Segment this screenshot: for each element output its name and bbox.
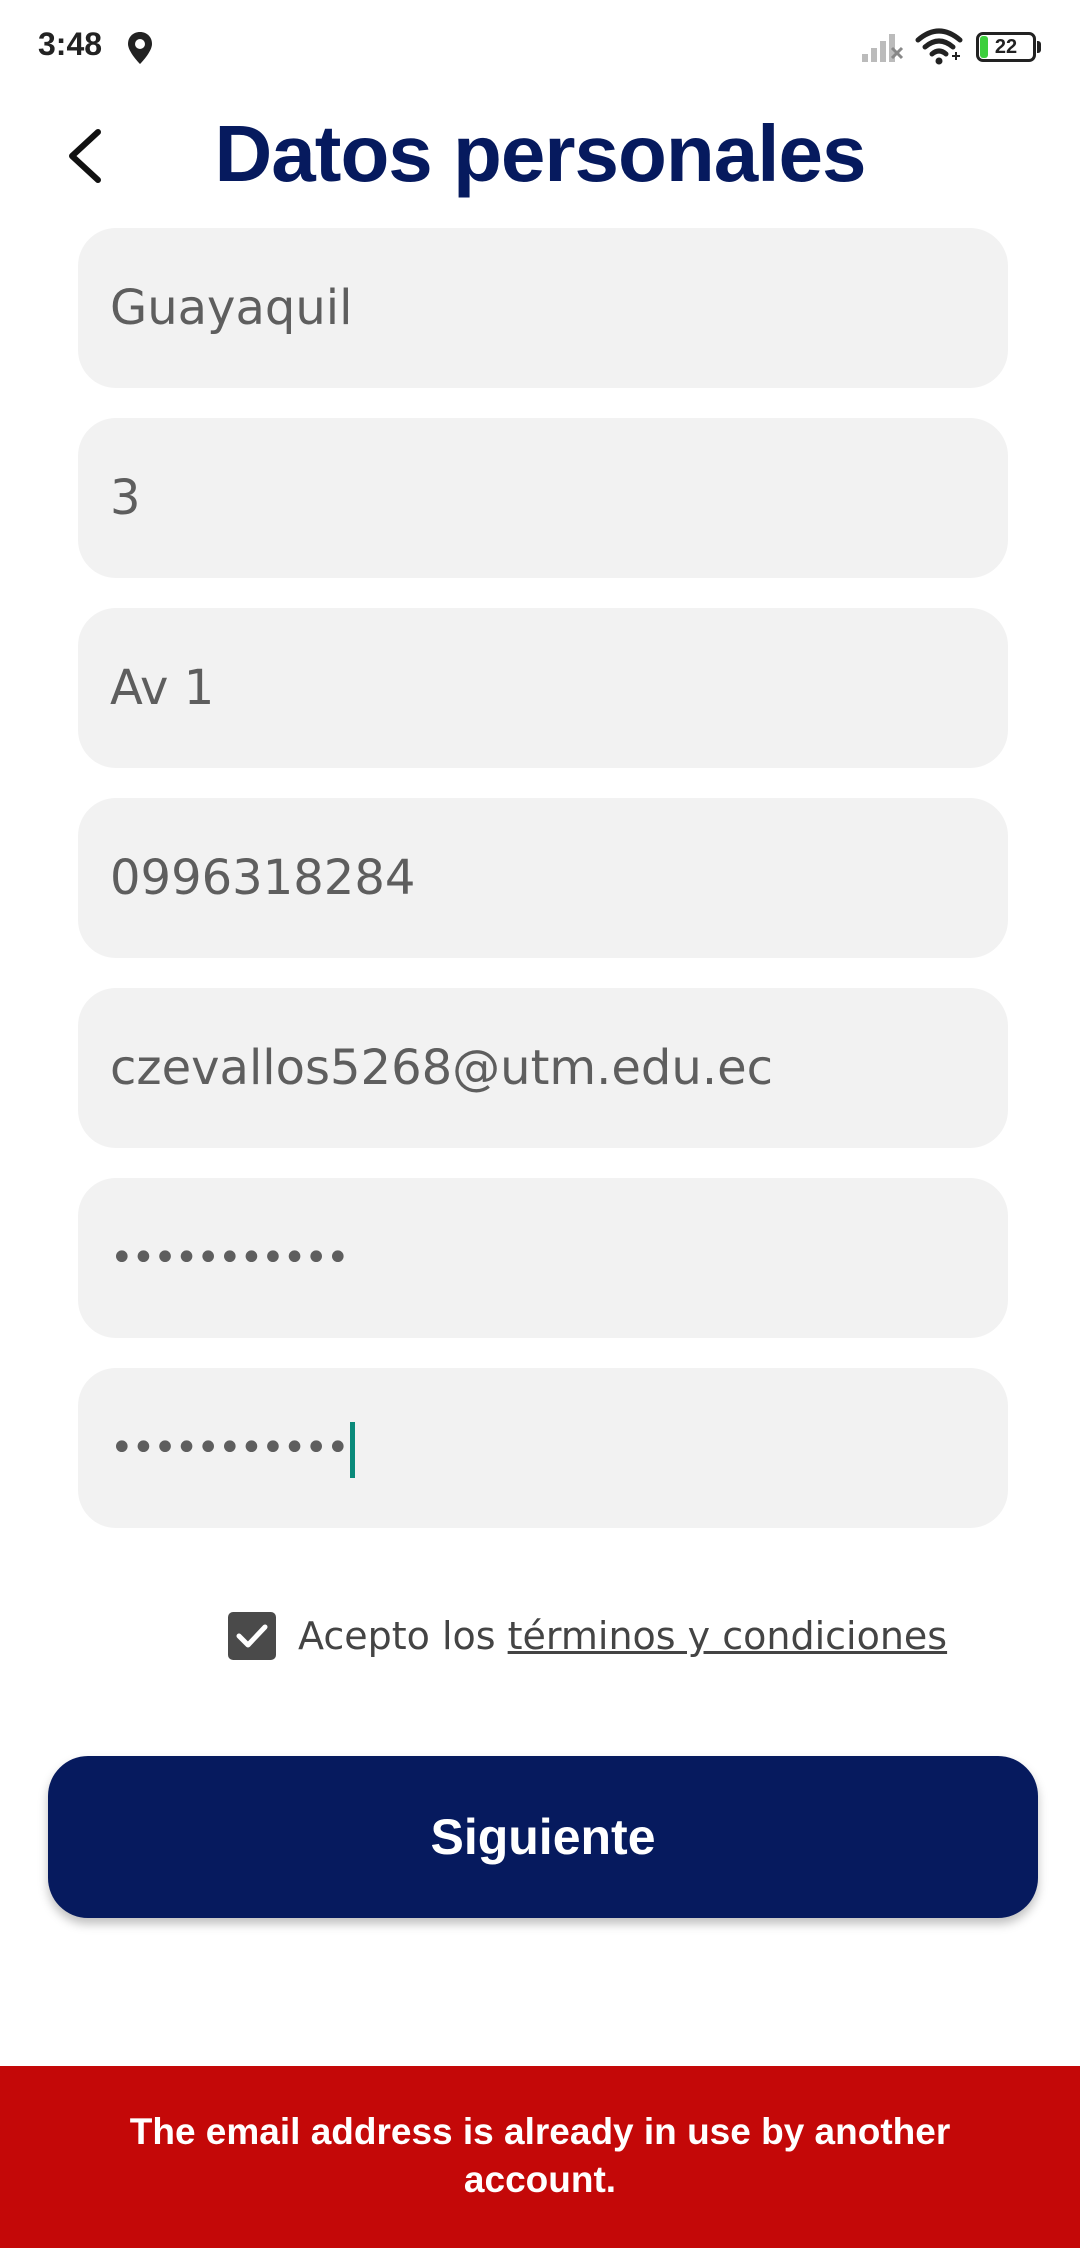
signal-icon [862, 34, 904, 62]
error-message: The email address is already in use by a… [129, 2111, 951, 2200]
phone-field-value: 0996318284 [110, 850, 416, 906]
confirm-password-field-content: ••••••••••• [110, 1368, 355, 1528]
confirm-password-field-value: ••••••••••• [110, 1425, 350, 1471]
city-field-value: Guayaquil [110, 280, 353, 336]
text-caret [349, 1422, 355, 1478]
terms-prefix: Acepto los [298, 1614, 508, 1658]
battery-level: 22 [994, 36, 1018, 58]
next-button[interactable]: Siguiente [48, 1756, 1038, 1918]
address-field[interactable]: Av 1 [78, 608, 1008, 768]
error-snackbar: The email address is already in use by a… [0, 2066, 1080, 2248]
wifi-icon [915, 28, 963, 65]
check-icon [236, 1624, 268, 1648]
city-field[interactable]: Guayaquil [78, 228, 1008, 388]
phone-field[interactable]: 0996318284 [78, 798, 1008, 958]
back-button[interactable] [54, 116, 126, 196]
email-field[interactable]: czevallos5268@utm.edu.ec [78, 988, 1008, 1148]
email-field-value: czevallos5268@utm.edu.ec [110, 1040, 773, 1096]
address-field-value: Av 1 [110, 660, 215, 716]
terms-link[interactable]: términos y condiciones [508, 1614, 947, 1658]
terms-text: Acepto los términos y condiciones [298, 1614, 947, 1658]
status-bar: 3:48 22 [0, 0, 1080, 96]
page-title: Datos personales [214, 109, 867, 198]
status-time: 3:48 [38, 26, 103, 62]
terms-row: Acepto los términos y condiciones [228, 1610, 947, 1662]
location-icon [128, 32, 152, 64]
number-field-value: 3 [110, 470, 141, 526]
battery-icon: 22 [976, 32, 1041, 62]
number-field[interactable]: 3 [78, 418, 1008, 578]
chevron-left-icon [69, 129, 101, 183]
confirm-password-field[interactable]: ••••••••••• [78, 1368, 1008, 1528]
terms-checkbox[interactable] [228, 1612, 276, 1660]
password-field[interactable]: ••••••••••• [78, 1178, 1008, 1338]
password-field-value: ••••••••••• [110, 1235, 350, 1281]
battery-tip [1037, 41, 1041, 53]
